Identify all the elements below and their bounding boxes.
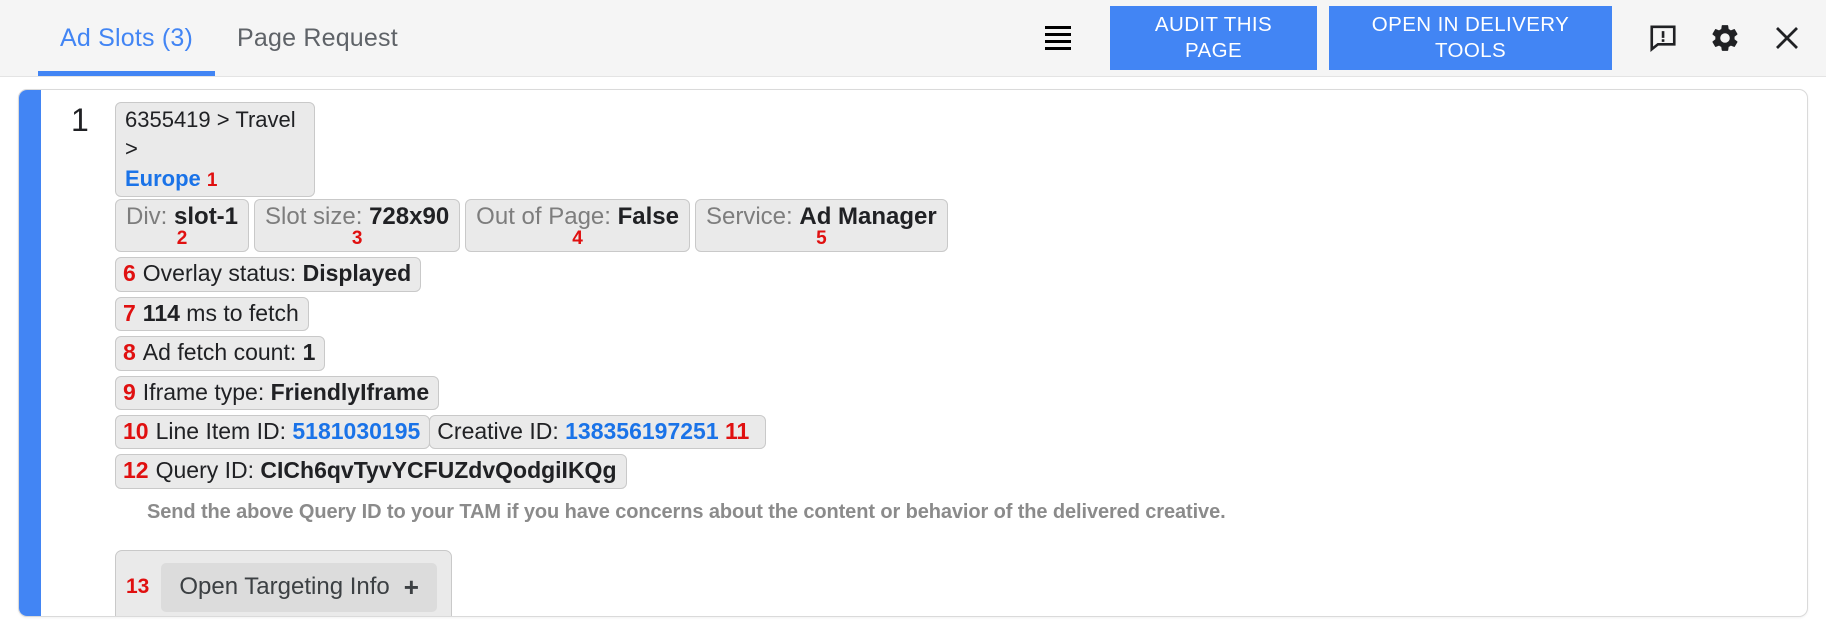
targeting-info-wrapper: 13 Open Targeting Info + <box>115 550 452 617</box>
query-id-value: CICh6qvTyvYCFUZdvQodgiIKQg <box>260 457 616 483</box>
hamburger-bar <box>1045 47 1071 50</box>
tab-page-request[interactable]: Page Request <box>215 0 420 76</box>
tab-page-request-label: Page Request <box>237 24 398 53</box>
fetch-count-label: Ad fetch count: <box>143 339 303 365</box>
status-chip-fetch-count[interactable]: 8 Ad fetch count: 1 <box>115 336 325 370</box>
status-line-fetch-time: 7 114 ms to fetch <box>115 297 1807 331</box>
ad-slot-card-wrapper: 1 6355419 > Travel > Europe 1 Div: slot-… <box>0 77 1826 617</box>
meta-chip-out-of-page-label: Out of Page: <box>476 203 611 230</box>
hamburger-bar <box>1045 26 1071 29</box>
line-item-id-label: Line Item ID: <box>156 418 293 444</box>
hamburger-bar <box>1045 33 1071 36</box>
audit-this-page-button[interactable]: AUDIT THIS PAGE <box>1110 6 1317 70</box>
header-icon-group <box>1612 0 1826 76</box>
meta-chip-slot-size-value: 728x90 <box>369 203 449 230</box>
fetch-count-value: 1 <box>303 339 316 365</box>
query-id-label: Query ID: <box>156 457 261 483</box>
annotation-6: 6 <box>123 260 136 286</box>
hamburger-bar <box>1045 40 1071 43</box>
hamburger-icon[interactable] <box>1036 24 1080 52</box>
annotation-8: 8 <box>123 339 136 365</box>
annotation-3: 3 <box>265 228 449 250</box>
gear-icon[interactable] <box>1708 21 1742 55</box>
annotation-13: 13 <box>126 575 149 599</box>
meta-chip-out-of-page-value: False <box>618 203 679 230</box>
open-in-delivery-tools-button[interactable]: OPEN IN DELIVERY TOOLS <box>1329 6 1612 70</box>
slot-meta-row: Div: slot-1 2 Slot size: 728x90 3 Out of… <box>115 199 1807 252</box>
meta-chip-service[interactable]: Service: Ad Manager 5 <box>695 199 948 252</box>
annotation-1: 1 <box>207 170 218 191</box>
app-header: Ad Slots (3) Page Request AUDIT THIS PAG… <box>0 0 1826 77</box>
status-line-iframe-type: 9 Iframe type: FriendlyIframe <box>115 376 1807 410</box>
annotation-9: 9 <box>123 379 136 405</box>
meta-chip-service-label: Service: <box>706 203 793 230</box>
breadcrumb-leaf: Europe <box>125 166 201 191</box>
annotation-11: 11 <box>725 418 749 444</box>
breadcrumb[interactable]: 6355419 > Travel > Europe 1 <box>115 102 315 197</box>
open-targeting-info-button[interactable]: Open Targeting Info + <box>161 563 437 612</box>
creative-id-value: 138356197251 <box>565 418 719 444</box>
iframe-type-label: Iframe type: <box>143 379 271 405</box>
annotation-10: 10 <box>123 418 149 444</box>
id-row: 10 Line Item ID: 5181030195 Creative ID: … <box>115 415 1807 449</box>
meta-chip-div[interactable]: Div: slot-1 2 <box>115 199 249 252</box>
meta-chip-slot-size-label: Slot size: <box>265 203 362 230</box>
meta-chip-out-of-page[interactable]: Out of Page: False 4 <box>465 199 690 252</box>
tab-ad-slots-label: Ad Slots (3) <box>60 24 193 53</box>
slot-details: 6355419 > Travel > Europe 1 Div: slot-1 … <box>65 102 1807 617</box>
header-spacer <box>420 0 1036 76</box>
line-item-id-value: 5181030195 <box>292 418 420 444</box>
annotation-2: 2 <box>126 228 238 250</box>
status-overlay-label: Overlay status: <box>143 260 303 286</box>
plus-icon: + <box>404 572 419 603</box>
annotation-5: 5 <box>706 228 937 250</box>
creative-id-label: Creative ID: <box>437 418 565 444</box>
meta-chip-div-label: Div: <box>126 203 167 230</box>
tam-note: Send the above Query ID to your TAM if y… <box>147 501 1807 524</box>
breadcrumb-prefix: 6355419 > Travel > <box>125 107 296 161</box>
status-chip-iframe-type[interactable]: 9 Iframe type: FriendlyIframe <box>115 376 439 410</box>
status-overlay-value: Displayed <box>303 260 412 286</box>
annotation-4: 4 <box>476 228 679 250</box>
ad-slot-card: 1 6355419 > Travel > Europe 1 Div: slot-… <box>18 89 1808 617</box>
line-item-id-chip[interactable]: 10 Line Item ID: 5181030195 <box>115 415 430 449</box>
card-body: 6355419 > Travel > Europe 1 Div: slot-1 … <box>19 90 1807 617</box>
iframe-type-value: FriendlyIframe <box>271 379 430 405</box>
status-chip-fetch-time[interactable]: 7 114 ms to fetch <box>115 297 309 331</box>
query-id-line: 12 Query ID: CICh6qvTyvYCFUZdvQodgiIKQg <box>115 454 1807 488</box>
meta-chip-slot-size[interactable]: Slot size: 728x90 3 <box>254 199 460 252</box>
annotation-12: 12 <box>123 457 149 483</box>
creative-id-chip[interactable]: Creative ID: 138356197251 11 <box>429 415 766 449</box>
annotation-7: 7 <box>123 300 136 326</box>
status-line-fetch-count: 8 Ad fetch count: 1 <box>115 336 1807 370</box>
meta-chip-service-value: Ad Manager <box>799 203 936 230</box>
query-id-chip[interactable]: 12 Query ID: CICh6qvTyvYCFUZdvQodgiIKQg <box>115 454 627 488</box>
fetch-time-unit: ms to fetch <box>180 300 299 326</box>
meta-chip-div-value: slot-1 <box>174 203 238 230</box>
status-line-overlay: 6 Overlay status: Displayed <box>115 257 1807 291</box>
tab-ad-slots[interactable]: Ad Slots (3) <box>38 0 215 76</box>
tab-bar: Ad Slots (3) Page Request <box>0 0 420 76</box>
feedback-icon[interactable] <box>1646 21 1680 55</box>
fetch-time-value: 114 <box>143 300 180 326</box>
status-chip-overlay[interactable]: 6 Overlay status: Displayed <box>115 257 421 291</box>
open-targeting-info-label: Open Targeting Info <box>179 573 389 601</box>
close-icon[interactable] <box>1770 21 1804 55</box>
